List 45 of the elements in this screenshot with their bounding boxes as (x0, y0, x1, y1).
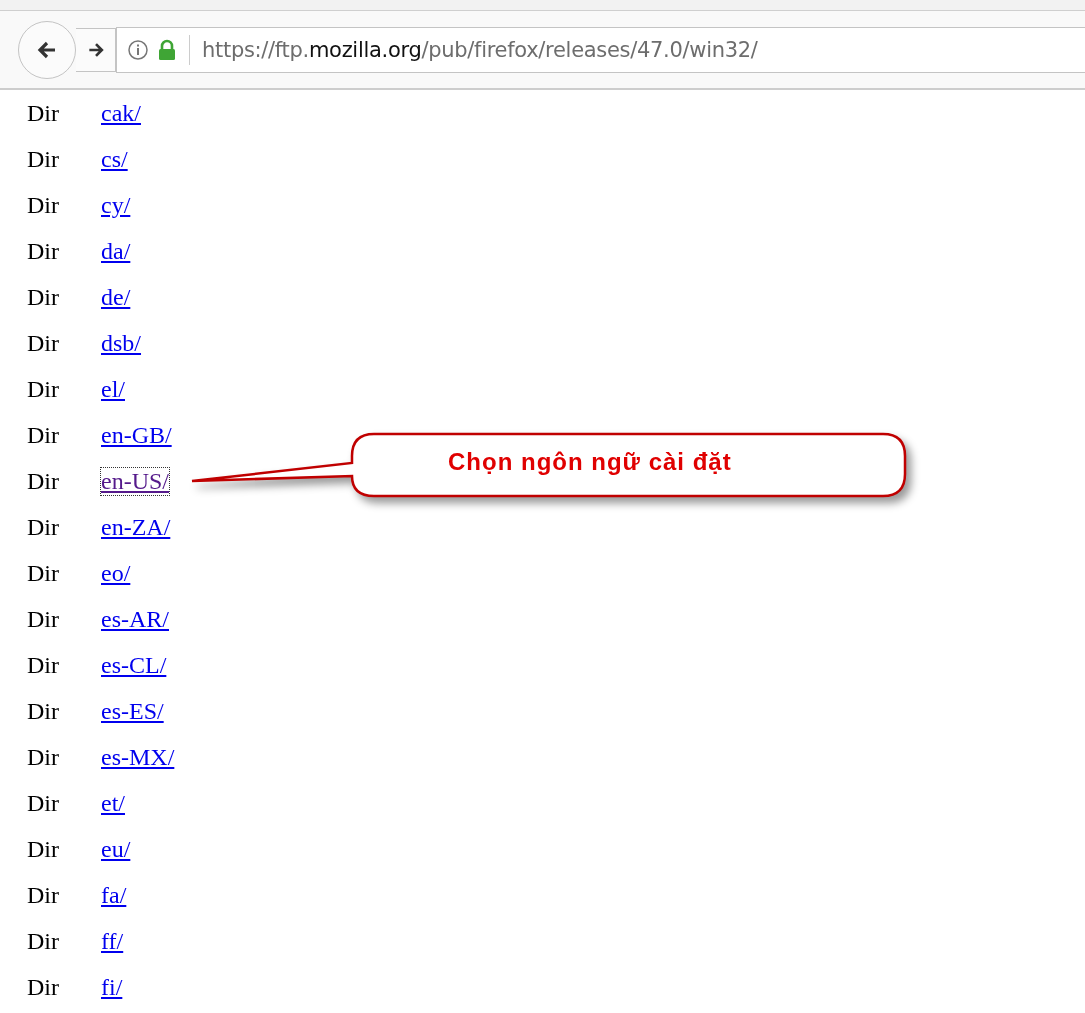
directory-link[interactable]: en-US/ (101, 467, 169, 495)
entry-type: Dir (27, 513, 60, 541)
entry-type: Dir (27, 283, 60, 311)
url-text: https://ftp.mozilla.org/pub/firefox/releases/47.0/win32/ (202, 37, 758, 62)
entry-type: Dir (27, 881, 60, 909)
entry-type: Dir (27, 559, 60, 587)
directory-link[interactable]: el/ (101, 375, 125, 403)
entry-type: Dir (27, 191, 60, 219)
directory-link[interactable]: de/ (101, 283, 131, 311)
entry-type: Dir (27, 467, 60, 495)
entry-type: Dir (27, 697, 60, 725)
directory-link[interactable]: es-ES/ (101, 697, 164, 725)
directory-link[interactable]: es-MX/ (101, 743, 175, 771)
entry-type: Dir (27, 237, 60, 265)
directory-link[interactable]: fa/ (101, 881, 127, 909)
directory-link[interactable]: et/ (101, 789, 125, 817)
entry-type: Dir (27, 329, 60, 357)
entry-type: Dir (27, 99, 60, 127)
entry-type: Dir (27, 743, 60, 771)
directory-link[interactable]: eu/ (101, 835, 131, 863)
info-icon (127, 38, 149, 61)
entry-type: Dir (27, 605, 60, 633)
directory-link[interactable]: dsb/ (101, 329, 141, 357)
directory-link[interactable]: eo/ (101, 559, 131, 587)
entry-type: Dir (27, 973, 60, 1001)
address-bar[interactable]: https://ftp.mozilla.org/pub/firefox/releases/47.0/win32/ (116, 26, 1085, 73)
directory-link[interactable]: es-AR/ (101, 605, 169, 633)
forward-button[interactable] (76, 27, 116, 72)
entry-type: Dir (27, 835, 60, 863)
directory-link[interactable]: en-GB/ (101, 421, 172, 449)
callout-text: Chọn ngôn ngữ cài đặt (448, 448, 732, 476)
directory-link[interactable]: da/ (101, 237, 131, 265)
directory-link[interactable]: cs/ (101, 145, 128, 173)
directory-link[interactable]: ff/ (101, 927, 124, 955)
directory-link[interactable]: en-ZA/ (101, 513, 171, 541)
directory-link[interactable]: cak/ (101, 99, 141, 127)
directory-link[interactable]: fi/ (101, 973, 123, 1001)
entry-type: Dir (27, 927, 60, 955)
directory-link[interactable]: cy/ (101, 191, 131, 219)
directory-link[interactable]: es-CL/ (101, 651, 167, 679)
entry-type: Dir (27, 789, 60, 817)
entry-type: Dir (27, 145, 60, 173)
entry-type: Dir (27, 375, 60, 403)
entry-type: Dir (27, 421, 60, 449)
entry-type: Dir (27, 651, 60, 679)
